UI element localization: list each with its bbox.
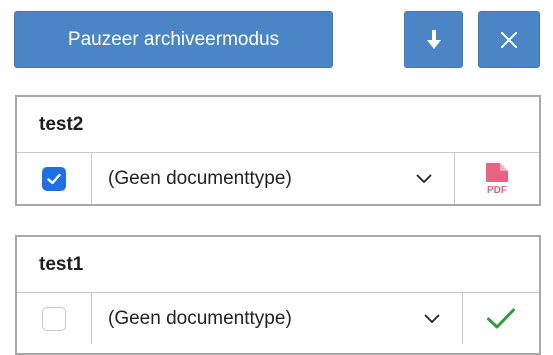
chevron-down-icon [424, 314, 440, 323]
document-card: test1 (Geen documenttype) [15, 235, 541, 355]
document-select-cell [17, 293, 92, 344]
checkbox-check-icon [47, 173, 61, 184]
document-checkbox[interactable] [42, 306, 66, 331]
document-title: test1 [17, 237, 539, 293]
download-button[interactable] [404, 11, 463, 68]
document-row: (Geen documenttype) [17, 293, 539, 344]
arrow-down-icon [426, 29, 441, 49]
document-select-cell [17, 153, 92, 204]
pdf-icon-text: PDF [487, 185, 507, 196]
pause-archive-mode-label: Pauzeer archiveermodus [67, 28, 280, 50]
document-card: test2 (Geen documenttype) PDF [15, 95, 541, 206]
document-row: (Geen documenttype) PDF [17, 153, 539, 204]
pdf-file-icon[interactable]: PDF [483, 162, 511, 196]
close-button[interactable] [478, 11, 540, 68]
close-icon [501, 31, 517, 48]
pause-archive-mode-button[interactable]: Pauzeer archiveermodus [14, 11, 333, 68]
document-type-value: (Geen documenttype) [108, 307, 292, 329]
document-type-value: (Geen documenttype) [108, 167, 292, 189]
document-checkbox[interactable] [42, 166, 66, 191]
document-type-select[interactable]: (Geen documenttype) [92, 153, 455, 204]
document-status-cell: PDF [455, 153, 539, 204]
document-status-cell [463, 293, 539, 344]
toolbar: Pauzeer archiveermodus [0, 0, 553, 80]
chevron-down-icon [416, 174, 432, 183]
checkmark-icon [487, 308, 515, 328]
document-type-select[interactable]: (Geen documenttype) [92, 293, 463, 344]
document-title: test2 [17, 97, 539, 153]
